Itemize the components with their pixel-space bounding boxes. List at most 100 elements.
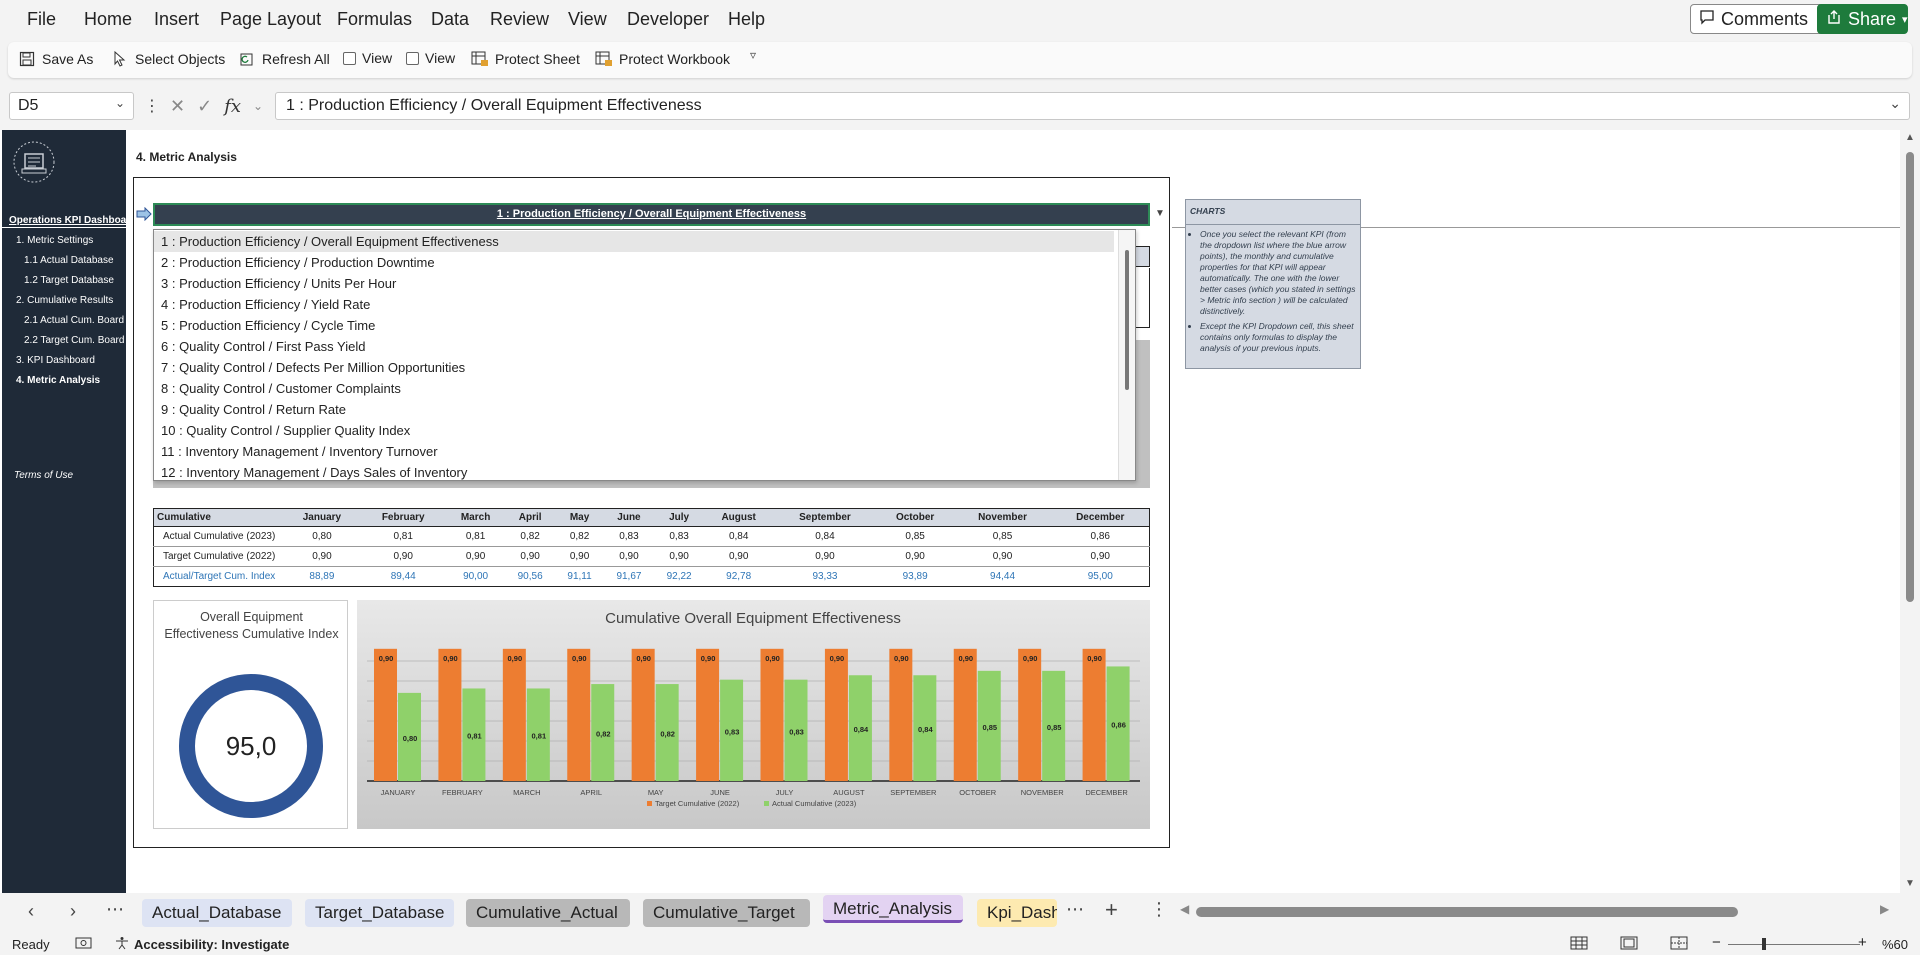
table-cell[interactable]: 0,90 bbox=[876, 546, 954, 567]
dropdown-option[interactable]: 10 : Quality Control / Supplier Quality … bbox=[154, 420, 1114, 441]
menu-data[interactable]: Data bbox=[431, 9, 469, 30]
table-cell[interactable]: 94,44 bbox=[953, 566, 1052, 587]
sheet-options-icon[interactable]: ⋮ bbox=[1150, 899, 1168, 920]
select-objects-button[interactable]: Select Objects bbox=[111, 50, 225, 68]
sheet-tab[interactable]: Actual_Database bbox=[142, 899, 292, 927]
table-cell[interactable]: 0,83 bbox=[654, 526, 705, 547]
page-break-view-icon[interactable] bbox=[1670, 936, 1688, 953]
sidebar-item[interactable]: 1. Metric Settings bbox=[16, 235, 93, 246]
table-cell[interactable]: 0,84 bbox=[773, 526, 877, 547]
vertical-scrollbar[interactable]: ▲ ▼ bbox=[1900, 130, 1920, 893]
dropdown-option[interactable]: 1 : Production Efficiency / Overall Equi… bbox=[154, 231, 1114, 252]
dropdown-option[interactable]: 11 : Inventory Management / Inventory Tu… bbox=[154, 441, 1114, 462]
sheet-tab[interactable]: Cumulative_Actual bbox=[466, 899, 630, 927]
table-cell[interactable]: 0,90 bbox=[283, 546, 361, 567]
table-cell[interactable]: 0,84 bbox=[704, 526, 774, 547]
name-box[interactable]: D5 ⌄ bbox=[9, 92, 134, 120]
dropdown-scrollbar[interactable] bbox=[1118, 230, 1135, 480]
table-cell[interactable]: 0,90 bbox=[505, 546, 556, 567]
table-cell[interactable]: 0,82 bbox=[505, 526, 556, 547]
scroll-up-icon[interactable]: ▲ bbox=[1905, 132, 1915, 143]
table-cell[interactable]: 0,86 bbox=[1051, 526, 1150, 547]
dropdown-option[interactable]: 8 : Quality Control / Customer Complaint… bbox=[154, 378, 1114, 399]
table-cell[interactable]: 0,81 bbox=[446, 526, 506, 547]
horizontal-scroll-thumb[interactable] bbox=[1196, 907, 1738, 917]
tab-prev-icon[interactable]: ‹ bbox=[28, 901, 34, 922]
accessibility-button[interactable]: Accessibility: Investigate bbox=[115, 936, 289, 953]
protect-workbook-button[interactable]: Protect Workbook bbox=[595, 50, 730, 68]
table-cell[interactable]: 95,00 bbox=[1051, 566, 1150, 587]
table-cell[interactable]: 0,90 bbox=[555, 546, 604, 567]
menu-page-layout[interactable]: Page Layout bbox=[220, 9, 321, 30]
dropdown-option[interactable]: 9 : Quality Control / Return Rate bbox=[154, 399, 1114, 420]
share-button[interactable]: Share ▾ bbox=[1817, 4, 1908, 34]
enter-icon[interactable]: ✓ bbox=[197, 96, 212, 117]
dropdown-option[interactable]: 2 : Production Efficiency / Production D… bbox=[154, 252, 1114, 273]
menu-insert[interactable]: Insert bbox=[154, 9, 199, 30]
zoom-level[interactable]: %60 bbox=[1882, 937, 1908, 952]
table-cell[interactable]: 91,11 bbox=[555, 566, 604, 587]
table-cell[interactable]: 92,78 bbox=[704, 566, 774, 587]
table-cell[interactable]: 0,90 bbox=[953, 546, 1052, 567]
terms-of-use-link[interactable]: Terms of Use bbox=[14, 470, 73, 481]
sidebar-item[interactable]: 3. KPI Dashboard bbox=[16, 355, 95, 366]
dropdown-option[interactable]: 12 : Inventory Management / Days Sales o… bbox=[154, 462, 1114, 480]
zoom-out-icon[interactable]: − bbox=[1712, 934, 1721, 951]
table-cell[interactable]: 0,90 bbox=[704, 546, 774, 567]
tab-next-icon[interactable]: › bbox=[70, 901, 76, 922]
table-cell[interactable]: 0,85 bbox=[953, 526, 1052, 547]
kpi-dropdown-list[interactable]: 1 : Production Efficiency / Overall Equi… bbox=[153, 229, 1136, 481]
scroll-down-icon[interactable]: ▼ bbox=[1905, 878, 1915, 889]
sidebar-item[interactable]: 1.2 Target Database bbox=[24, 275, 114, 286]
table-cell[interactable]: 91,67 bbox=[603, 566, 655, 587]
table-cell[interactable]: 0,82 bbox=[555, 526, 604, 547]
menu-home[interactable]: Home bbox=[84, 9, 132, 30]
kpi-dropdown-cell[interactable]: 1 : Production Efficiency / Overall Equi… bbox=[153, 203, 1150, 226]
dropdown-arrow-icon[interactable]: ▼ bbox=[1152, 208, 1168, 223]
zoom-slider-thumb[interactable] bbox=[1762, 938, 1766, 950]
dropdown-option[interactable]: 6 : Quality Control / First Pass Yield bbox=[154, 336, 1114, 357]
more-icon[interactable]: ⋮ bbox=[144, 96, 160, 116]
refresh-all-button[interactable]: Refresh All bbox=[238, 50, 330, 68]
formula-input[interactable]: 1 : Production Efficiency / Overall Equi… bbox=[275, 92, 1910, 120]
vertical-scroll-thumb[interactable] bbox=[1906, 152, 1914, 602]
table-cell[interactable]: 0,80 bbox=[283, 526, 361, 547]
table-cell[interactable]: 90,00 bbox=[446, 566, 506, 587]
sheet-tab[interactable]: Kpi_Dash bbox=[977, 899, 1057, 927]
macro-record-icon[interactable] bbox=[75, 936, 93, 953]
sheet-tab[interactable]: Target_Database bbox=[305, 899, 454, 927]
table-cell[interactable]: 0,90 bbox=[654, 546, 705, 567]
sidebar-item[interactable]: 1.1 Actual Database bbox=[24, 255, 114, 266]
sidebar-item[interactable]: 4. Metric Analysis bbox=[16, 375, 100, 386]
menu-review[interactable]: Review bbox=[490, 9, 549, 30]
table-cell[interactable]: 0,90 bbox=[360, 546, 447, 567]
table-cell[interactable]: 0,90 bbox=[1051, 546, 1150, 567]
function-icon[interactable]: fx bbox=[224, 96, 241, 117]
sidebar-item[interactable]: 2. Cumulative Results bbox=[16, 295, 113, 306]
expand-formula-icon[interactable]: ⌄ bbox=[1889, 95, 1901, 112]
sidebar-item[interactable]: 2.1 Actual Cum. Board bbox=[24, 315, 124, 326]
table-cell[interactable]: 90,56 bbox=[505, 566, 556, 587]
zoom-slider-track[interactable] bbox=[1728, 944, 1860, 945]
table-cell[interactable]: 89,44 bbox=[360, 566, 447, 587]
hscroll-left-icon[interactable]: ◀ bbox=[1180, 902, 1189, 916]
table-cell[interactable]: 93,33 bbox=[773, 566, 877, 587]
normal-view-icon[interactable] bbox=[1570, 936, 1588, 953]
dropdown-option[interactable]: 7 : Quality Control / Defects Per Millio… bbox=[154, 357, 1114, 378]
table-cell[interactable]: 0,85 bbox=[876, 526, 954, 547]
view-checkbox-2[interactable]: View bbox=[406, 50, 455, 66]
tab-overflow-icon[interactable]: ⋯ bbox=[1066, 899, 1084, 920]
dropdown-scroll-thumb[interactable] bbox=[1125, 250, 1129, 390]
table-cell[interactable]: 0,90 bbox=[773, 546, 877, 567]
table-cell[interactable]: 0,90 bbox=[603, 546, 655, 567]
menu-developer[interactable]: Developer bbox=[627, 9, 709, 30]
toolbar-overflow-button[interactable]: ▿ bbox=[750, 48, 756, 62]
sheet-tab[interactable]: Metric_Analysis bbox=[823, 895, 963, 923]
page-layout-view-icon[interactable] bbox=[1620, 936, 1638, 953]
protect-sheet-button[interactable]: Protect Sheet bbox=[471, 50, 580, 68]
sheet-tab[interactable]: Cumulative_Target bbox=[643, 899, 810, 927]
menu-file[interactable]: File bbox=[27, 9, 56, 30]
save-as-button[interactable]: Save As bbox=[18, 50, 93, 68]
menu-formulas[interactable]: Formulas bbox=[337, 9, 412, 30]
table-cell[interactable]: 0,81 bbox=[360, 526, 447, 547]
